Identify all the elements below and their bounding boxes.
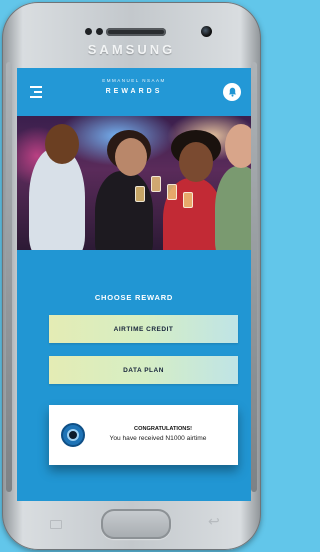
section-title: CHOOSE REWARD [94, 293, 174, 302]
phone-edge-right [251, 62, 257, 492]
congratulations-text: CONGRATULATIONS! You have received N1000… [93, 426, 233, 442]
data-plan-button[interactable]: DATA PLAN [49, 356, 238, 384]
congratulations-message: You have received N1000 airtime [109, 435, 207, 442]
back-icon[interactable]: ↩ [208, 514, 220, 530]
phone-frame: SAMSUNG EMMANUEL NSAAM REWARDS CHOOSE RE… [2, 2, 261, 550]
front-camera-icon [201, 26, 212, 37]
hero-photo [17, 116, 251, 250]
bell-icon [228, 87, 236, 97]
page-title: REWARDS [105, 88, 163, 95]
device-brand: SAMSUNG [87, 42, 176, 57]
earpiece-speaker [106, 28, 166, 36]
recent-apps-icon[interactable] [50, 520, 62, 529]
congratulations-title: CONGRATULATIONS! [134, 426, 192, 432]
user-name: EMMANUEL NSAAM [102, 78, 166, 83]
app-screen: EMMANUEL NSAAM REWARDS CHOOSE REWARD AIR… [17, 68, 251, 501]
notification-button[interactable] [223, 83, 241, 101]
congratulations-card: CONGRATULATIONS! You have received N1000… [49, 405, 238, 465]
home-button[interactable] [101, 509, 171, 539]
reward-content: CHOOSE REWARD AIRTIME CREDIT DATA PLAN C… [17, 250, 251, 501]
app-header: EMMANUEL NSAAM REWARDS [17, 68, 251, 116]
airtime-credit-button[interactable]: AIRTIME CREDIT [49, 315, 238, 343]
lens-icon [61, 423, 85, 447]
phone-edge-left [6, 62, 12, 492]
header-titles: EMMANUEL NSAAM REWARDS [17, 78, 251, 95]
sensor-dots [85, 28, 103, 35]
